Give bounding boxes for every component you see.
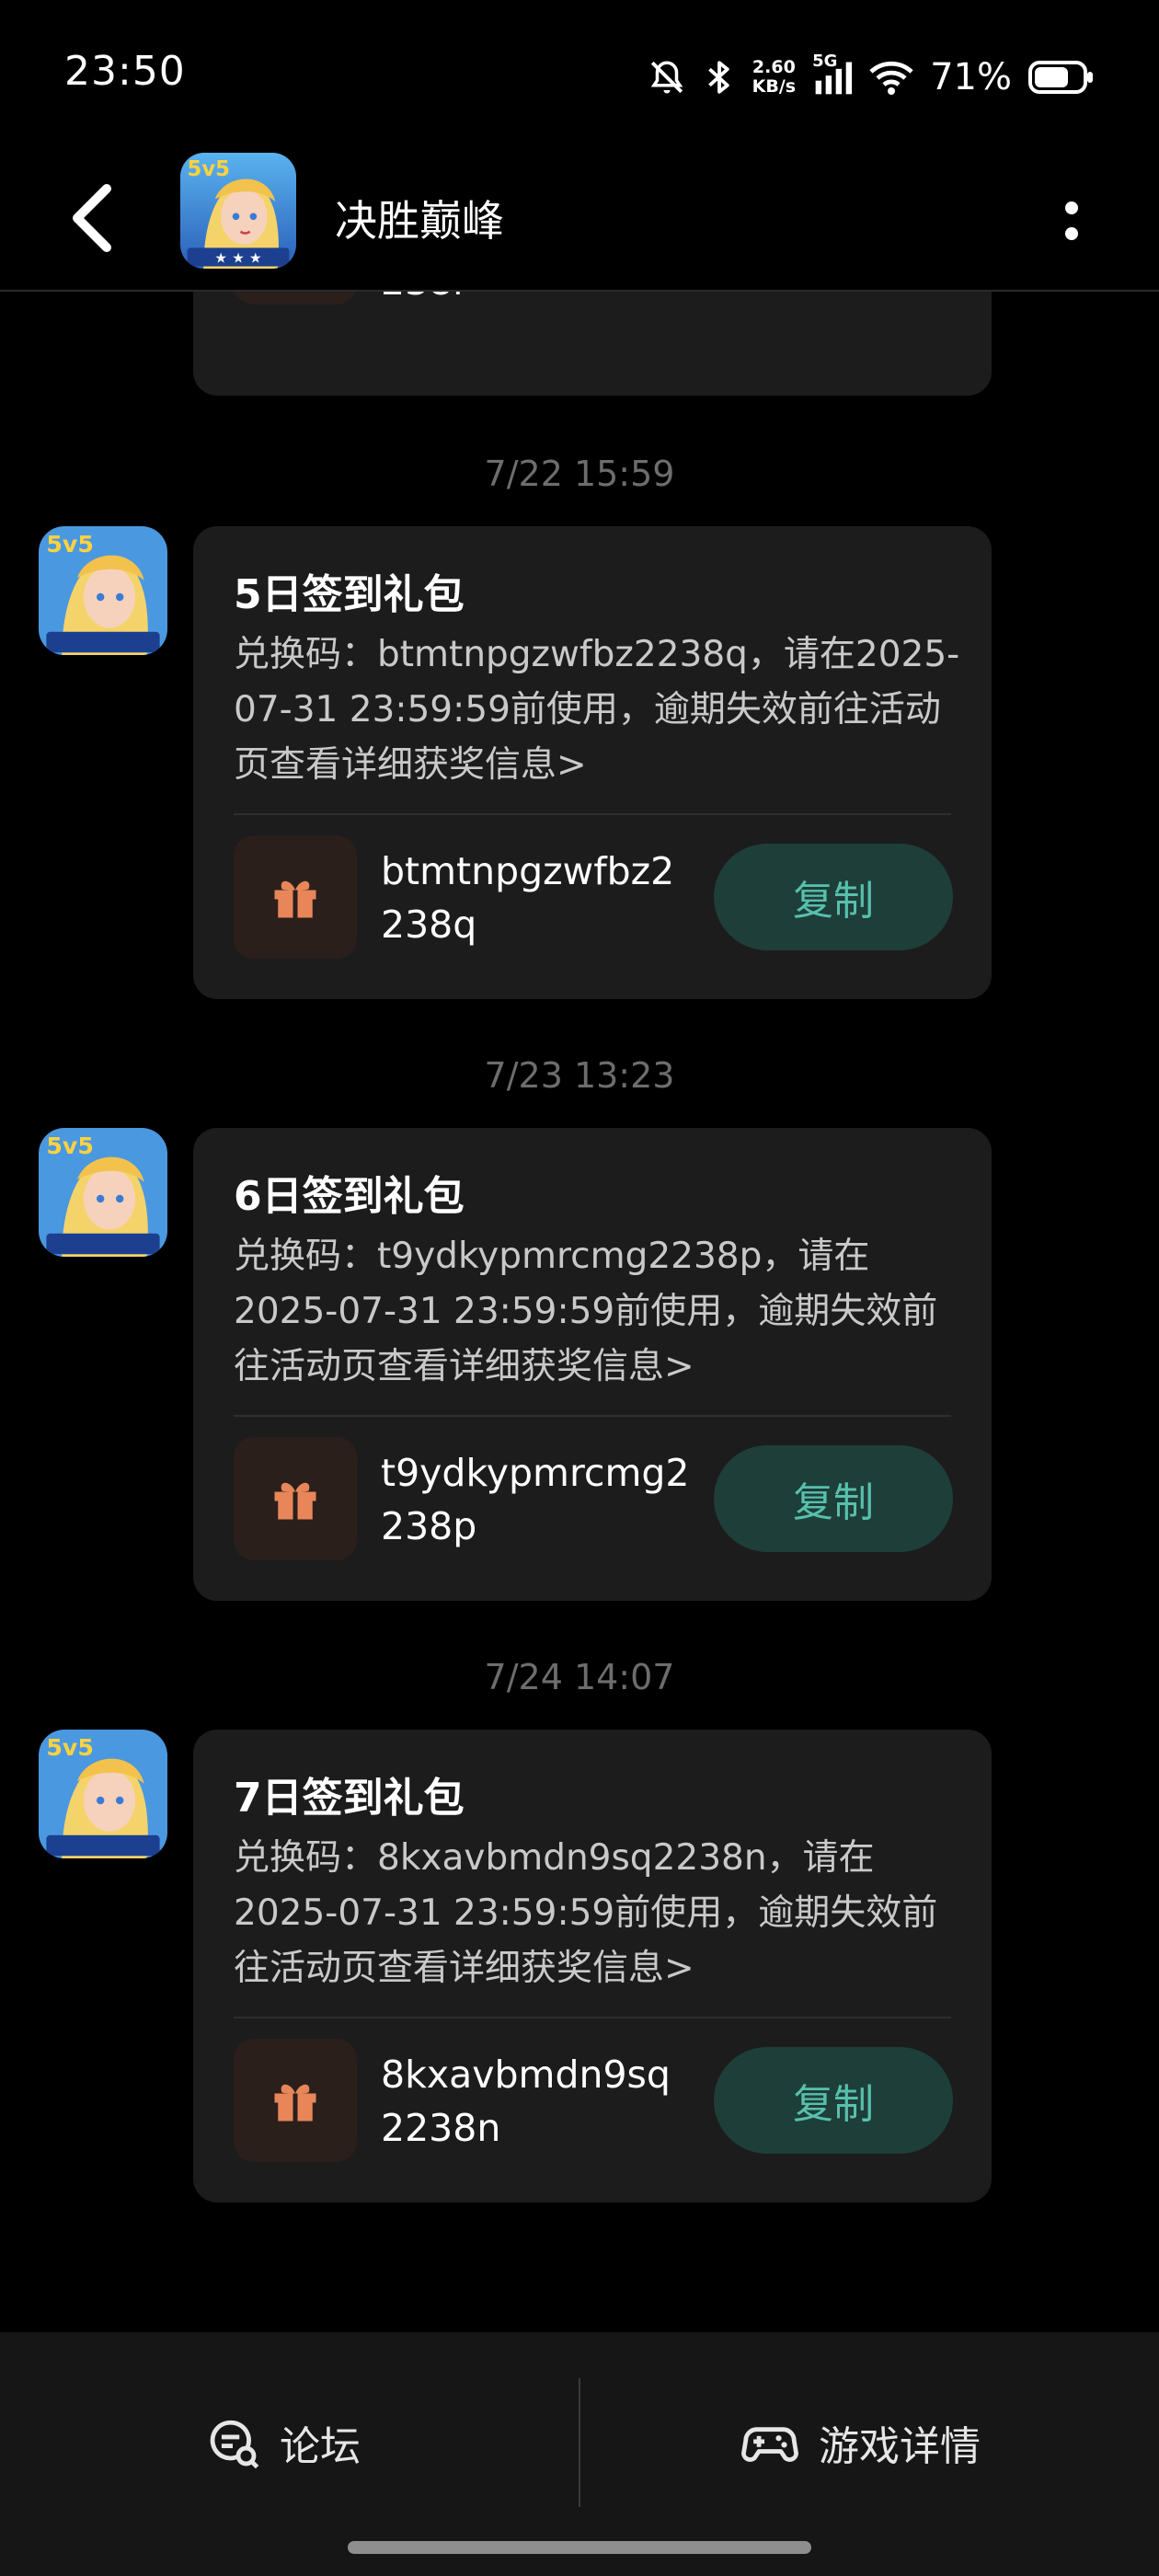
net-speed-value: 2.60 — [752, 57, 796, 77]
message-title: 6日签到礼包 — [234, 1173, 465, 1220]
gift-code: 8kxavbmdn9sq2238n — [381, 2053, 671, 2150]
svg-text:5v5: 5v5 — [46, 531, 93, 558]
divider — [234, 1415, 951, 1417]
svg-text:★ ★ ★: ★ ★ ★ — [214, 250, 261, 267]
game-details-label: 游戏详情 — [819, 2423, 981, 2470]
home-indicator[interactable] — [348, 2541, 811, 2554]
message-card: 6日签到礼包 兑换码：t9ydkypmrcmg2238p，请在2025-07-3… — [193, 1128, 992, 1601]
copy-button[interactable]: 复制 — [714, 1445, 953, 1552]
battery-icon — [1028, 58, 1095, 97]
net-speed: 2.60 KB/s — [752, 58, 796, 97]
gift-icon-box — [234, 292, 357, 305]
forum-label: 论坛 — [280, 2423, 361, 2470]
sender-avatar[interactable]: 5v5 — [39, 526, 167, 655]
message-card: 7日签到礼包 兑换码：8kxavbmdn9sq2238n，请在2025-07-3… — [193, 1730, 992, 2202]
svg-text:5v5: 5v5 — [46, 1133, 93, 1159]
gift-code: t9ydkypmrcmg2238p — [381, 1451, 690, 1548]
chevron-left-icon — [73, 184, 111, 252]
message-description[interactable]: 兑换码：8kxavbmdn9sq2238n，请在2025-07-31 23:59… — [234, 1831, 970, 1996]
message-card-partial: 238r 复制 — [193, 292, 992, 396]
message-timestamp: 7/24 14:07 — [484, 1657, 675, 1697]
header: 5v5 ★ ★ ★ 决胜巅峰 — [0, 147, 1159, 292]
message-timestamp: 7/23 13:23 — [484, 1055, 675, 1096]
wifi-icon — [869, 58, 913, 97]
bottom-bar: 论坛 游戏详情 — [0, 2332, 1159, 2576]
back-button[interactable] — [55, 177, 129, 259]
message-timestamp: 7/22 15:59 — [484, 454, 675, 494]
copy-button[interactable]: 复制 — [714, 2047, 953, 2154]
svg-text:5v5: 5v5 — [188, 157, 230, 181]
forum-tab[interactable]: 论坛 — [206, 2397, 361, 2489]
gift-code: btmtnpgzwfbz2238q — [381, 849, 675, 947]
screen: 23:50 2.60 KB/s 5G 71% 5v5 ★ ★ ★ 决胜巅峰 7/… — [0, 0, 1159, 2576]
tab-divider — [579, 2378, 580, 2507]
sender-avatar[interactable]: 5v5 — [39, 1730, 167, 1858]
app-icon[interactable]: 5v5 ★ ★ ★ — [180, 153, 296, 269]
gift-code: 238r — [381, 292, 694, 308]
gift-icon — [274, 2084, 316, 2122]
battery-percent: 71% — [930, 56, 1012, 98]
svg-text:5v5: 5v5 — [46, 1734, 93, 1761]
gift-icon — [274, 1482, 316, 1520]
forum-icon — [210, 2420, 259, 2469]
signal-icon: 5G — [812, 52, 853, 98]
more-options-button[interactable] — [1039, 184, 1104, 258]
gift-icon-box — [234, 2039, 357, 2162]
gift-icon — [274, 880, 316, 918]
copy-button[interactable]: 复制 — [714, 844, 953, 950]
net-speed-unit: KB/s — [752, 76, 797, 97]
message-card: 5日签到礼包 兑换码：btmtnpgzwfbz2238q，请在2025-07-3… — [193, 526, 992, 999]
bluetooth-icon — [703, 58, 736, 97]
divider — [234, 813, 951, 815]
message-description[interactable]: 兑换码：btmtnpgzwfbz2238q，请在2025-07-31 23:59… — [234, 627, 970, 793]
network-type: 5G — [812, 52, 838, 71]
page-title: 决胜巅峰 — [335, 196, 504, 246]
mute-bell-icon — [648, 58, 686, 97]
message-description[interactable]: 兑换码：t9ydkypmrcmg2238p，请在2025-07-31 23:59… — [234, 1229, 970, 1395]
status-bar: 23:50 2.60 KB/s 5G 71% — [0, 0, 1159, 147]
more-vertical-icon — [1065, 201, 1078, 214]
message-list[interactable]: 238r 复制 7/22 15:59 5v5 5日签到礼包 兑换码：btmtnp… — [0, 292, 1159, 2332]
gift-icon-box — [234, 835, 357, 959]
gift-icon-box — [234, 1437, 357, 1560]
divider — [234, 2017, 951, 2018]
message-title: 5日签到礼包 — [234, 571, 465, 618]
sender-avatar[interactable]: 5v5 — [39, 1128, 167, 1257]
status-time: 23:50 — [64, 48, 186, 95]
more-vertical-icon-dot — [1065, 227, 1078, 240]
message-title: 7日签到礼包 — [234, 1775, 465, 1822]
status-icons: 2.60 KB/s 5G 71% — [648, 48, 1095, 107]
gamepad-icon — [741, 2427, 798, 2462]
game-details-tab[interactable]: 游戏详情 — [741, 2397, 981, 2489]
